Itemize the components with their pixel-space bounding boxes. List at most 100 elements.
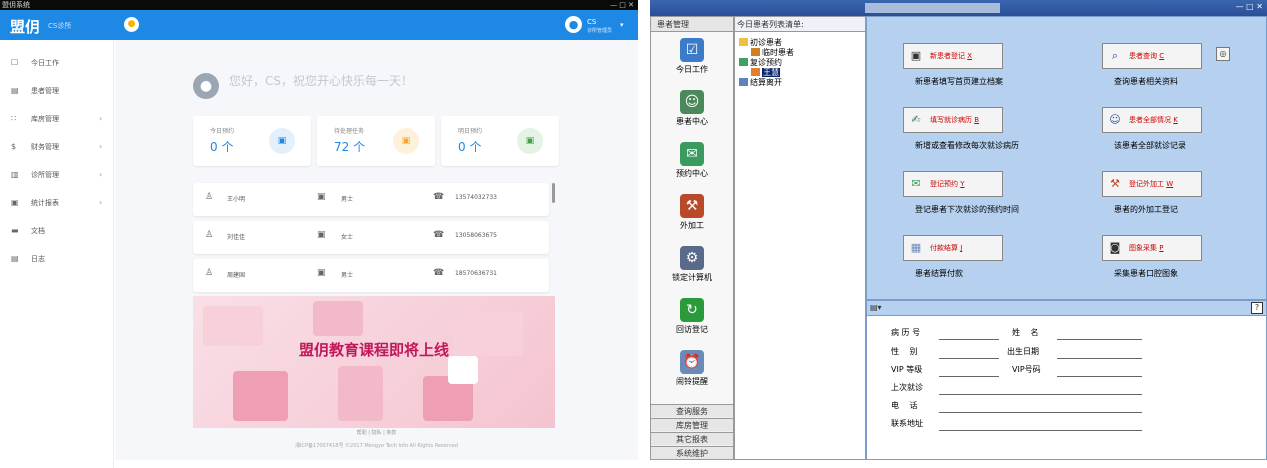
sidebar-item-icon: ▬ bbox=[11, 226, 19, 235]
window-title: 盟仴系统 bbox=[2, 1, 30, 9]
sidebar-item[interactable]: ☐ 今日工作 bbox=[0, 54, 114, 72]
patient-name: 王小明 bbox=[227, 196, 246, 203]
field-last-visit[interactable] bbox=[939, 394, 1142, 395]
nav-item-label: 预约中心 bbox=[676, 169, 708, 178]
stat-value: 0 个 bbox=[210, 140, 234, 154]
nav-item[interactable]: ☺ 患者中心 bbox=[651, 90, 733, 138]
window-controls[interactable]: — □ ✕ bbox=[610, 0, 634, 10]
function-button[interactable]: ✉ 登记预约 Y bbox=[903, 171, 1003, 197]
stat-value: 72 个 bbox=[334, 140, 366, 154]
folder-icon bbox=[751, 48, 760, 56]
sidebar-item-icon: ▤ bbox=[11, 86, 19, 95]
label-gender: 性 别 bbox=[891, 347, 918, 356]
field-vip-no[interactable] bbox=[1057, 376, 1142, 377]
calendar-icon: ▣ bbox=[517, 128, 543, 154]
chevron-right-icon: › bbox=[99, 114, 103, 123]
list-item[interactable]: ♙ 周建国 ▣ 男士 ☎ 18570636731 bbox=[193, 259, 549, 292]
field-vip-level[interactable] bbox=[939, 376, 999, 377]
patient-tree: 今日患者列表清单: 初诊患者 临时患者 复诊预约 王慧 结算离开 bbox=[734, 16, 866, 460]
scrollbar[interactable] bbox=[552, 183, 555, 203]
function-hotkey: W bbox=[1166, 180, 1174, 188]
function-description: 登记患者下次就诊的预约时间 bbox=[915, 205, 1019, 214]
refresh-icon[interactable]: ◎ bbox=[1216, 47, 1230, 61]
sidebar-item[interactable]: $ 财务管理 › bbox=[0, 138, 114, 156]
nav-section-tab[interactable]: 系统维护 bbox=[651, 446, 733, 459]
function-hotkey: K bbox=[1173, 116, 1178, 124]
patient-name: 刘佳佳 bbox=[227, 234, 246, 241]
sidebar-item[interactable]: ▤ 日志 bbox=[0, 250, 114, 268]
function-button[interactable]: ◙ 图象采集 P bbox=[1102, 235, 1202, 261]
stat-label: 今日预约 bbox=[210, 128, 235, 135]
field-record-no[interactable] bbox=[939, 339, 999, 340]
nav-item[interactable]: ☑ 今日工作 bbox=[651, 38, 733, 86]
nav-item-label: 患者中心 bbox=[676, 117, 708, 126]
nav-item[interactable]: ✉ 预约中心 bbox=[651, 142, 733, 190]
label-record-no: 病 历 号 bbox=[891, 328, 921, 337]
field-name[interactable] bbox=[1057, 339, 1142, 340]
field-address[interactable] bbox=[939, 430, 1142, 431]
nav-item-label: 闹铃提醒 bbox=[676, 377, 708, 386]
nav-section-tab[interactable]: 查询服务 bbox=[651, 404, 733, 417]
function-button[interactable]: ▦ 付款结算 J bbox=[903, 235, 1003, 261]
sidebar-item[interactable]: ▣ 统计报表 › bbox=[0, 194, 114, 212]
window-controls[interactable]: — □ ✕ bbox=[1236, 2, 1263, 11]
field-gender[interactable] bbox=[939, 358, 999, 359]
stat-card[interactable]: 明日预约 0 个 ▣ bbox=[441, 116, 559, 166]
bell-icon[interactable]: ● bbox=[124, 17, 139, 32]
nav-item[interactable]: ⏰ 闹铃提醒 bbox=[651, 350, 733, 398]
nav-item[interactable]: ↻ 回访登记 bbox=[651, 298, 733, 346]
function-name: 填写就诊病历 bbox=[930, 116, 972, 124]
patient-name: 周建国 bbox=[227, 272, 246, 279]
nav-item-label: 今日工作 bbox=[676, 65, 708, 74]
chevron-down-icon[interactable]: ▾ bbox=[620, 21, 624, 29]
function-button[interactable]: ⚒ 登记外加工 W bbox=[1102, 171, 1202, 197]
nav-section-tab[interactable]: 库房管理 bbox=[651, 418, 733, 431]
sidebar-item[interactable]: ▬ 文档 bbox=[0, 222, 114, 240]
function-button[interactable]: ▣ 新患者登记 X bbox=[903, 43, 1003, 69]
nav-item-icon: ☺ bbox=[680, 90, 704, 114]
sidebar-item[interactable]: ∷ 库房管理 › bbox=[0, 110, 114, 128]
function-button[interactable]: ☺ 患者全部情况 K bbox=[1102, 107, 1202, 133]
nav-header-tab[interactable]: 患者管理 bbox=[651, 17, 733, 32]
chevron-right-icon: › bbox=[99, 170, 103, 179]
user-name[interactable]: CS bbox=[587, 18, 596, 26]
dropdown-icon[interactable]: ▤▾ bbox=[870, 303, 882, 312]
sidebar-item-icon: ∷ bbox=[11, 114, 17, 123]
phone-icon: ☎ bbox=[433, 268, 445, 278]
nav-item-icon: ↻ bbox=[680, 298, 704, 322]
function-name: 登记外加工 bbox=[1129, 180, 1164, 188]
function-description: 新增或查看修改每次就诊病历 bbox=[915, 141, 1019, 150]
list-item[interactable]: ♙ 王小明 ▣ 男士 ☎ 13574032733 bbox=[193, 183, 549, 216]
sidebar-item-label: 库房管理 bbox=[31, 115, 59, 123]
sidebar-item-icon: ▤ bbox=[11, 254, 19, 263]
footer-links[interactable]: 帮助 | 隐私 | 条款 bbox=[115, 429, 638, 436]
stat-card[interactable]: 今日预约 0 个 ▣ bbox=[193, 116, 311, 166]
sidebar-item[interactable]: ▥ 诊所管理 › bbox=[0, 166, 114, 184]
help-icon[interactable]: ? bbox=[1251, 302, 1263, 314]
stat-label: 明日预约 bbox=[458, 128, 483, 135]
function-label: 填写就诊病历 B bbox=[930, 108, 979, 132]
tree-node[interactable]: 结算离开 bbox=[739, 77, 782, 88]
field-birth[interactable] bbox=[1057, 358, 1142, 359]
nav-section-tab[interactable]: 其它报表 bbox=[651, 432, 733, 445]
function-name: 患者查询 bbox=[1129, 52, 1157, 60]
window-titlebar: — □ ✕ bbox=[650, 0, 1267, 16]
stat-value: 0 个 bbox=[458, 140, 482, 154]
banner-decor bbox=[233, 371, 288, 421]
function-button[interactable]: ⌕ 患者查询 C bbox=[1102, 43, 1202, 69]
sidebar-item[interactable]: ▤ 患者管理 bbox=[0, 82, 114, 100]
promo-banner[interactable]: 盟仴教育课程即将上线 bbox=[193, 296, 555, 428]
nav-item[interactable]: ⚒ 外加工 bbox=[651, 194, 733, 242]
main-content: ● 您好，CS，祝您开心快乐每一天！ 今日预约 0 个 ▣ 待处理任务 72 个 ▣ 明日预… bbox=[115, 40, 638, 460]
list-item[interactable]: ♙ 刘佳佳 ▣ 女士 ☎ 13058063675 bbox=[193, 221, 549, 254]
footer-copyright: 湘ICP备17007418号 ©2017 Mengyo Tech Info Al… bbox=[295, 443, 458, 449]
function-button[interactable]: ✍ 填写就诊病历 B bbox=[903, 107, 1003, 133]
person-icon: ♙ bbox=[205, 230, 214, 240]
nav-item[interactable]: ⚙ 锁定计算机 bbox=[651, 246, 733, 294]
folder-icon bbox=[751, 68, 760, 76]
field-phone[interactable] bbox=[939, 412, 1142, 413]
function-name: 登记预约 bbox=[930, 180, 958, 188]
stat-card[interactable]: 待处理任务 72 个 ▣ bbox=[317, 116, 435, 166]
avatar[interactable]: ● bbox=[565, 16, 582, 33]
stat-label: 待处理任务 bbox=[334, 128, 365, 135]
